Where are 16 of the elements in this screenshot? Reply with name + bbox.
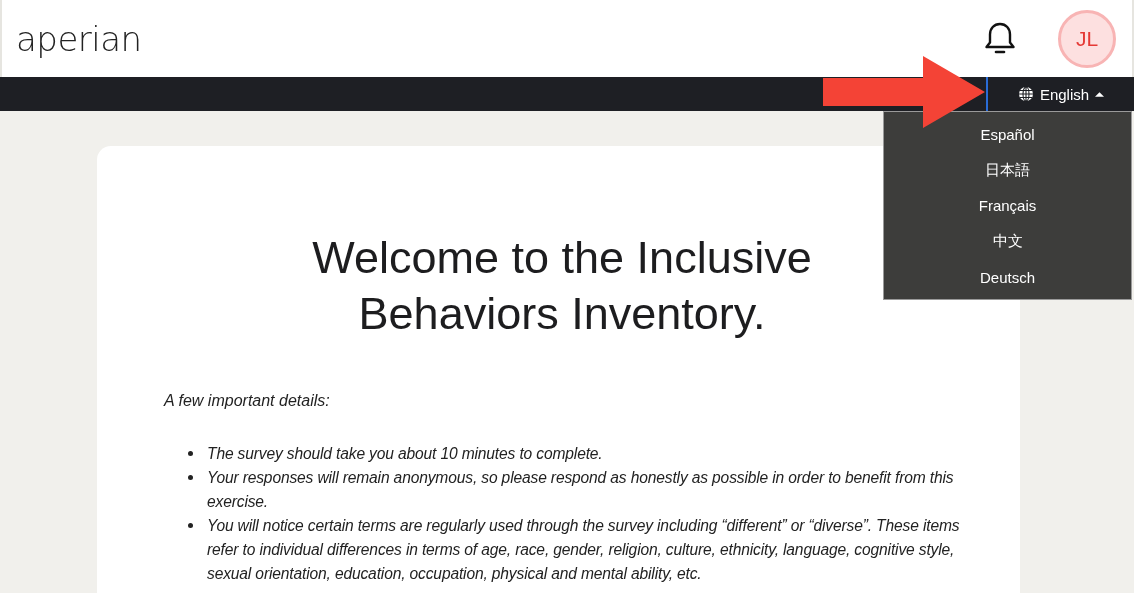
language-option[interactable]: 日本語 <box>975 152 1040 189</box>
globe-icon <box>1017 86 1034 102</box>
bullet-icon <box>188 451 193 456</box>
bullet-icon <box>188 475 193 480</box>
caret-icon <box>1095 91 1105 97</box>
logo: aperian <box>16 18 142 59</box>
detail-text: Your responses will remain anonymous, so please respond as honestly as possible in order to benefit from this exercise. <box>207 468 955 512</box>
detail-text: The survey should take you about 10 minutes to complete. <box>207 444 603 464</box>
language-option[interactable]: Français <box>968 188 1047 224</box>
language-option[interactable]: Deutsch <box>970 259 1045 295</box>
welcome-title: Welcome to the Inclusive Behaviors Inventory. <box>311 231 813 341</box>
language-option[interactable]: Español <box>970 117 1045 153</box>
language-option[interactable]: 中文 <box>982 223 1033 260</box>
intro-text: A few important details: <box>164 392 331 410</box>
detail-text: You will notice certain terms are regularly used through the survey including “different” or “diverse”. These items refer to individual differences in terms of age, race, gender, religion, culture, ethnicity, language, cognitive style, sexual orientation, education, occupation, physical and mental ability, etc. <box>207 516 960 584</box>
bullet-icon <box>188 523 193 528</box>
